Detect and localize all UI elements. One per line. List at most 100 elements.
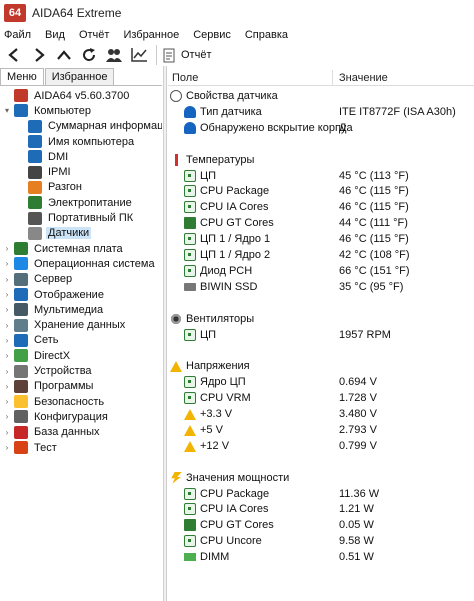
sensor-row[interactable]: CPU Package 46 °C (115 °F)	[168, 183, 474, 199]
expander-icon[interactable]: ›	[2, 321, 12, 330]
group-label: Температуры	[186, 153, 255, 166]
expander-icon[interactable]: ›	[2, 351, 12, 360]
tab-menu[interactable]: Меню	[0, 68, 44, 85]
sensor-row[interactable]: DIMM 0.51 W	[168, 549, 474, 565]
tree-item-label: Сервер	[34, 273, 73, 286]
sensor-row[interactable]: Ядро ЦП 0.694 V	[168, 374, 474, 390]
tree-item[interactable]: › Конфигурация	[0, 409, 162, 424]
expander-icon[interactable]: ›	[2, 397, 12, 406]
tree-item[interactable]: DMI	[0, 149, 162, 164]
sensor-row[interactable]: +5 V 2.793 V	[168, 422, 474, 438]
up-button[interactable]	[53, 45, 75, 65]
menu-view[interactable]: Вид	[45, 29, 65, 41]
expander-icon[interactable]: ›	[2, 367, 12, 376]
column-header-value[interactable]: Значение	[339, 72, 388, 84]
tree-item[interactable]: › Сервер	[0, 272, 162, 287]
voltage-icon	[170, 360, 182, 373]
sensor-row[interactable]: CPU Uncore 9.58 W	[168, 533, 474, 549]
expander-icon[interactable]: ▾	[2, 106, 12, 115]
expander-icon[interactable]: ›	[2, 382, 12, 391]
group-header[interactable]: Значения мощности	[168, 470, 474, 486]
tree-item[interactable]: › База данных	[0, 425, 162, 440]
expander-icon[interactable]: ›	[2, 275, 12, 284]
sensor-row[interactable]: Диод PCH 66 °C (151 °F)	[168, 263, 474, 279]
cpu-icon	[184, 328, 196, 341]
sensor-row[interactable]: ЦП 1 / Ядро 2 42 °C (108 °F)	[168, 247, 474, 263]
group-label: Вентиляторы	[186, 312, 255, 325]
group-header[interactable]: Температуры	[168, 152, 474, 168]
sensor-row[interactable]: Тип датчика ITE IT8772F (ISA A30h)	[168, 104, 474, 120]
expander-icon[interactable]: ›	[2, 412, 12, 421]
tree-item[interactable]: Суммарная информация	[0, 119, 162, 134]
expander-icon[interactable]: ›	[2, 443, 12, 452]
tab-favorites[interactable]: Избранное	[44, 68, 115, 85]
tree-item[interactable]: › Хранение данных	[0, 318, 162, 333]
tree-item[interactable]: ▾ Компьютер	[0, 103, 162, 118]
tree-item[interactable]: Имя компьютера	[0, 134, 162, 149]
report-button[interactable]: Отчёт	[163, 45, 211, 65]
tree-item[interactable]: › Операционная система	[0, 256, 162, 271]
tree-item[interactable]: › Безопасность	[0, 394, 162, 409]
devices-icon	[14, 364, 28, 378]
tree-item[interactable]: Электропитание	[0, 195, 162, 210]
menu-report[interactable]: Отчёт	[79, 29, 109, 41]
sensor-row[interactable]: CPU GT Cores 0.05 W	[168, 517, 474, 533]
network-icon	[14, 333, 28, 347]
group-header[interactable]: Вентиляторы	[168, 311, 474, 327]
tree-item[interactable]: › Программы	[0, 379, 162, 394]
sensor-row[interactable]: CPU IA Cores 1.21 W	[168, 501, 474, 517]
users-button[interactable]	[103, 45, 125, 65]
windows-icon	[14, 257, 28, 271]
tree-item[interactable]: › Сеть	[0, 333, 162, 348]
column-header-field[interactable]: Поле	[172, 72, 198, 84]
tree-item[interactable]: › Отображение	[0, 287, 162, 302]
sensor-row[interactable]: CPU VRM 1.728 V	[168, 390, 474, 406]
expander-icon[interactable]: ›	[2, 259, 12, 268]
sensor-row[interactable]: ЦП 1 / Ядро 1 46 °C (115 °F)	[168, 231, 474, 247]
menu-help[interactable]: Справка	[245, 29, 288, 41]
sensor-row[interactable]: ЦП 1957 RPM	[168, 327, 474, 343]
expander-icon[interactable]: ›	[2, 428, 12, 437]
tree-item[interactable]: Разгон	[0, 180, 162, 195]
tree-item-label: AIDA64 v5.60.3700	[34, 89, 130, 102]
tree-item[interactable]: Портативный ПК	[0, 210, 162, 225]
tree-item-label: Конфигурация	[34, 410, 108, 423]
sensor-row[interactable]: ЦП 45 °C (113 °F)	[168, 168, 474, 184]
tree-item[interactable]: AIDA64 v5.60.3700	[0, 88, 162, 103]
back-button[interactable]	[3, 45, 25, 65]
tree-item[interactable]: › Устройства	[0, 363, 162, 378]
expander-icon[interactable]: ›	[2, 336, 12, 345]
tree-item[interactable]: Датчики	[0, 226, 162, 241]
forward-button[interactable]	[28, 45, 50, 65]
sensor-row[interactable]: +3.3 V 3.480 V	[168, 406, 474, 422]
expander-icon[interactable]: ›	[2, 290, 12, 299]
sensor-icon	[170, 90, 182, 102]
refresh-button[interactable]	[78, 45, 100, 65]
sensor-type-icon	[184, 105, 196, 118]
menu-service[interactable]: Сервис	[193, 29, 231, 41]
sensor-row[interactable]: BIWIN SSD 35 °C (95 °F)	[168, 279, 474, 295]
toolbar: Отчёт	[0, 44, 474, 66]
expander-icon[interactable]: ›	[2, 305, 12, 314]
group-header[interactable]: Свойства датчика	[168, 88, 474, 104]
tree-item[interactable]: IPMI	[0, 165, 162, 180]
tree-item[interactable]: › Тест	[0, 440, 162, 455]
group-label: Свойства датчика	[186, 90, 278, 102]
tree-item[interactable]: › DirectX	[0, 348, 162, 363]
chart-button[interactable]	[128, 45, 150, 65]
menu-file[interactable]: Файл	[4, 29, 31, 41]
tree-item[interactable]: › Мультимедиа	[0, 302, 162, 317]
menu-favorites[interactable]: Избранное	[123, 29, 179, 41]
sensor-row[interactable]: CPU Package 11.36 W	[168, 486, 474, 502]
tree-item[interactable]: › Системная плата	[0, 241, 162, 256]
pane-splitter[interactable]	[163, 66, 167, 601]
sensor-row[interactable]: +12 V 0.799 V	[168, 438, 474, 454]
group-header[interactable]: Напряжения	[168, 358, 474, 374]
expander-icon[interactable]: ›	[2, 244, 12, 253]
sensor-row[interactable]: CPU GT Cores 44 °C (111 °F)	[168, 215, 474, 231]
cpu-icon	[184, 233, 196, 246]
cpu-icon	[184, 169, 196, 182]
sensor-row[interactable]: CPU IA Cores 46 °C (115 °F)	[168, 199, 474, 215]
sensor-row[interactable]: Обнаружено вскрытие корпуса Да	[168, 120, 474, 136]
column-divider[interactable]	[332, 70, 333, 86]
